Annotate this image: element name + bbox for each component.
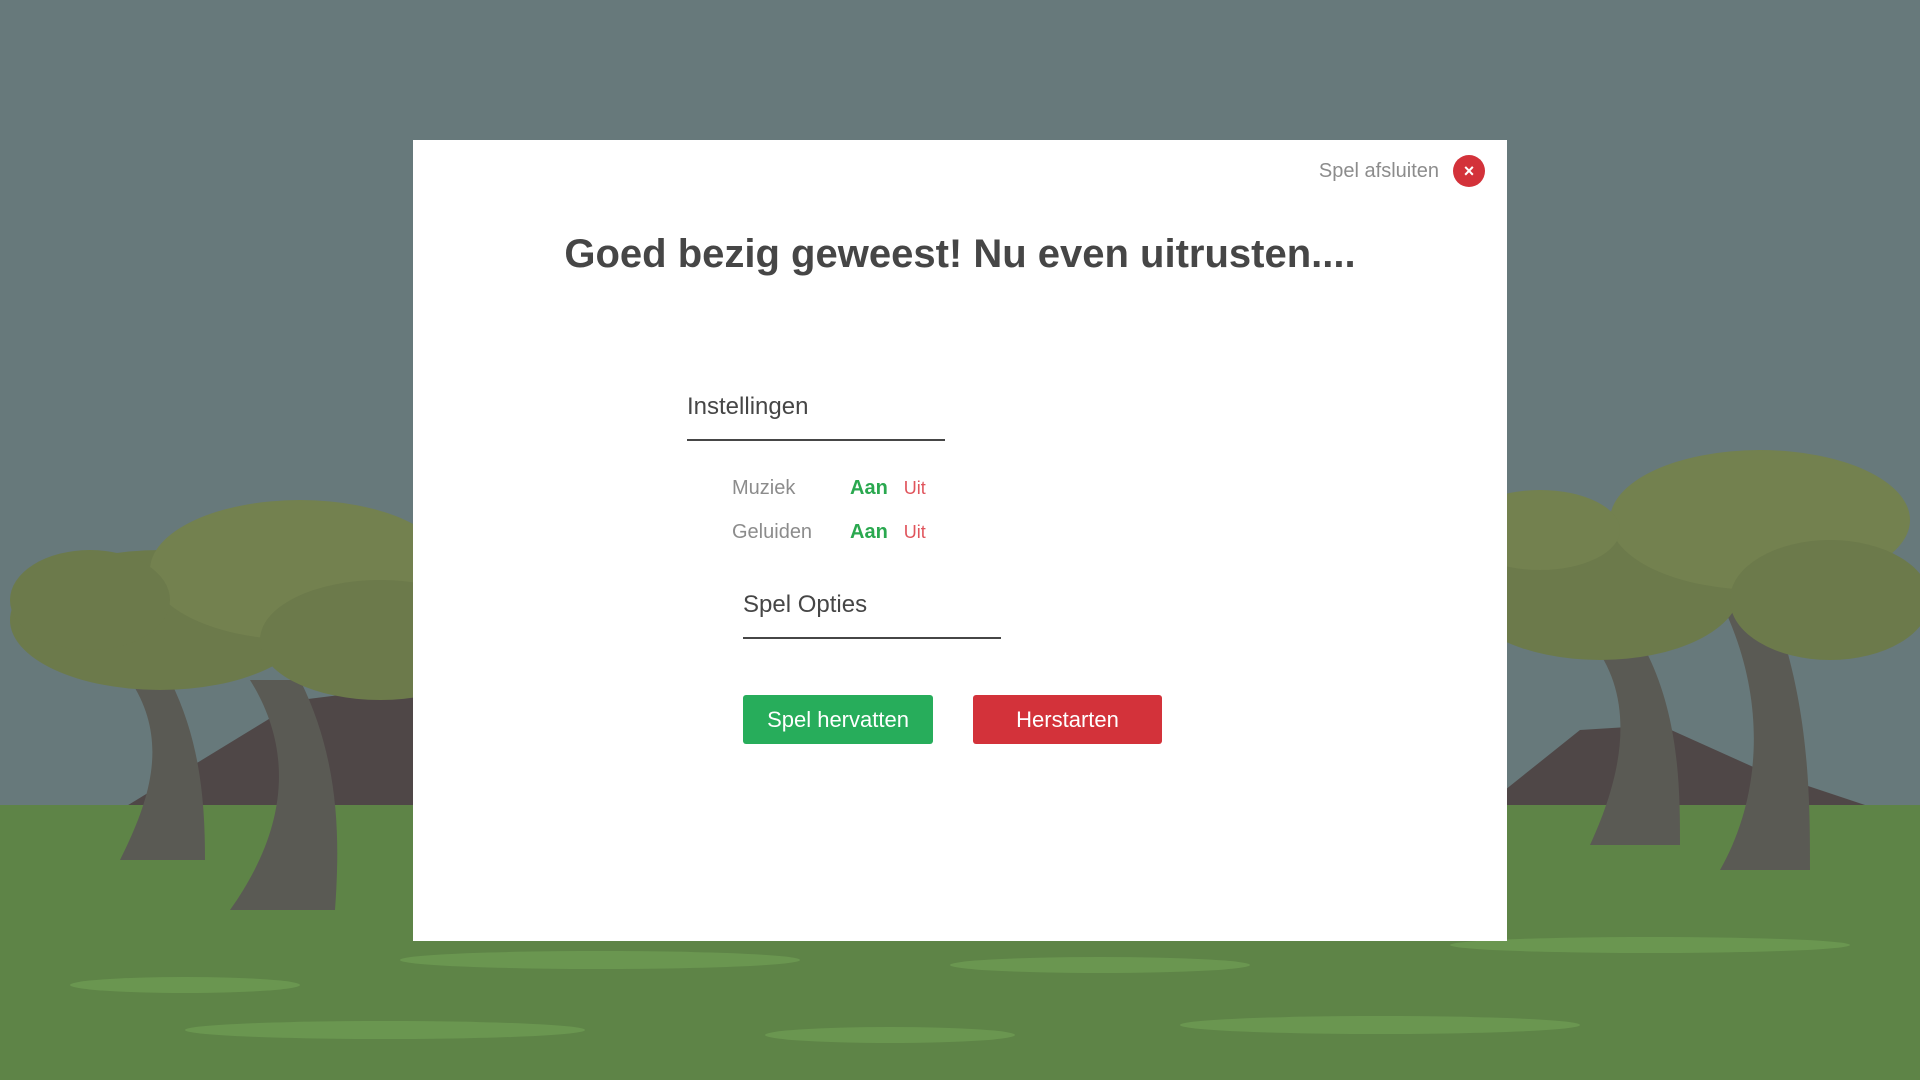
- dialog-title: Goed bezig geweest! Nu even uitrusten...…: [564, 232, 1356, 276]
- game-background: Spel afsluiten × Goed bezig geweest! Nu …: [0, 0, 1920, 1080]
- music-on-toggle[interactable]: Aan: [850, 477, 888, 500]
- sounds-on-toggle[interactable]: Aan: [850, 521, 888, 544]
- sounds-off-toggle[interactable]: Uit: [904, 522, 926, 543]
- game-options-heading: Spel Opties: [743, 591, 1001, 639]
- music-label: Muziek: [732, 477, 796, 499]
- music-off-toggle[interactable]: Uit: [904, 478, 926, 499]
- restart-game-button[interactable]: Herstarten: [973, 695, 1162, 744]
- quit-game-control: Spel afsluiten ×: [1319, 155, 1485, 187]
- settings-heading: Instellingen: [687, 393, 945, 441]
- resume-game-button[interactable]: Spel hervatten: [743, 695, 933, 744]
- music-setting-row: Muziek Aan Uit: [732, 477, 926, 500]
- sounds-setting-row: Geluiden Aan Uit: [732, 521, 926, 544]
- sounds-label: Geluiden: [732, 521, 813, 543]
- right-hill: [1480, 725, 1880, 810]
- quit-game-label[interactable]: Spel afsluiten: [1319, 160, 1439, 183]
- close-icon[interactable]: ×: [1453, 155, 1485, 187]
- pause-dialog: Spel afsluiten × Goed bezig geweest! Nu …: [413, 140, 1507, 941]
